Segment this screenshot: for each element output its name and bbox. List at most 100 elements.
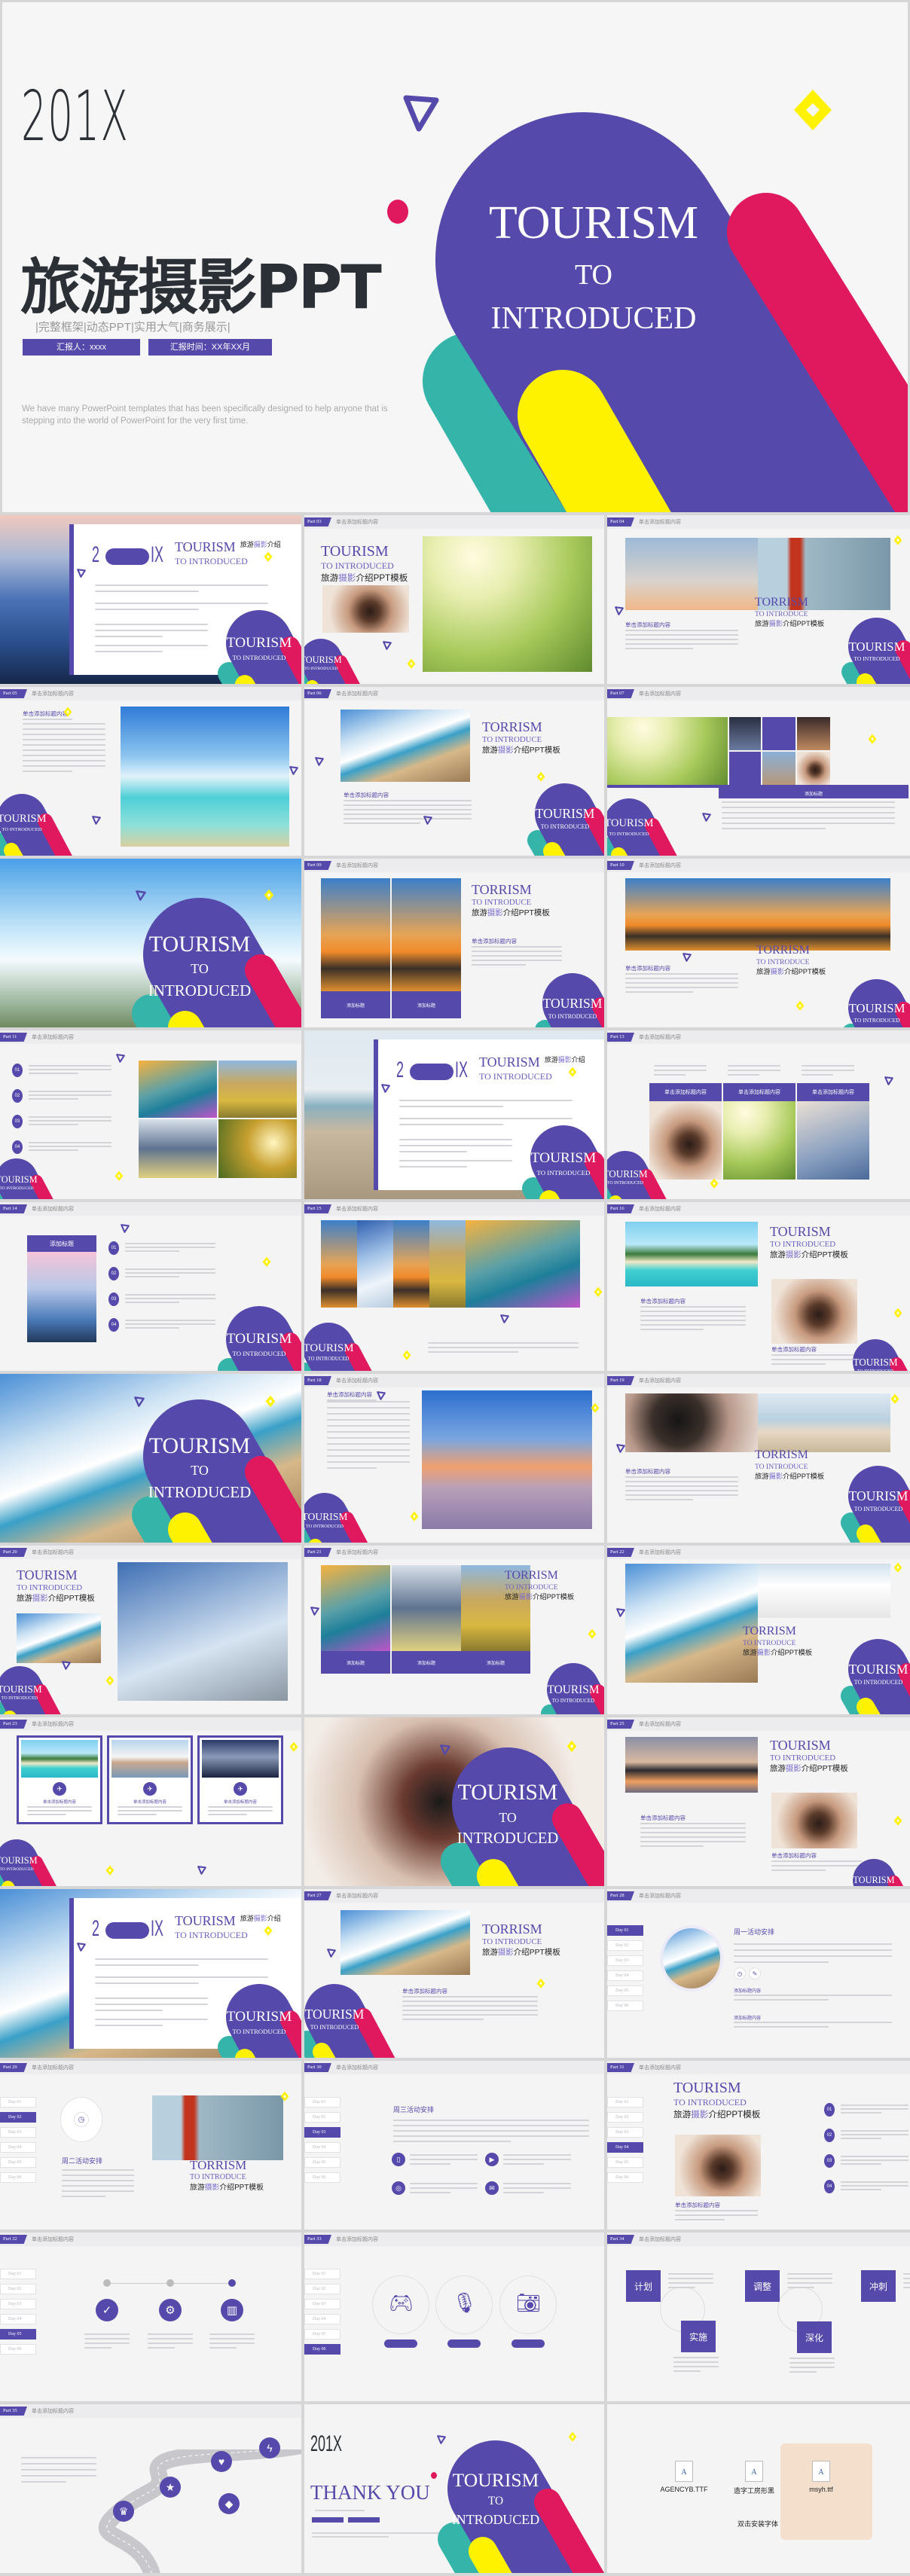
slide-thumbnail[interactable]: 添加标题 添加标题 TORRISM TO INTRODUCE 旅游摄影介绍PPT模板 单击… — [304, 859, 604, 1027]
slide-thumbnail[interactable]: Day 01 Day 02 Day 03 Day 04 Day 05 Day 06 🎮︎ 🎙︎… — [304, 2233, 604, 2401]
text-placeholder-line — [625, 639, 738, 640]
day-tab[interactable]: Day 01 — [607, 2097, 643, 2107]
day-tab[interactable]: Day 04 — [0, 2314, 36, 2324]
slide-thumbnail[interactable]: TOURISMTO INTRODUCED旅游摄影介绍PPT模板TOURISMTO… — [304, 515, 604, 684]
day-tab[interactable]: Day 01 — [0, 2097, 36, 2107]
slide-thumbnail[interactable]: A AGENCYB.TTF A 造字工房形黑 Amsyh.ttf 双击安装字体 — [607, 2404, 910, 2573]
day-tab[interactable]: Day 06 — [304, 2172, 340, 2183]
day-tab[interactable]: Day 04 — [0, 2142, 36, 2153]
slide-thumbnail[interactable]: TOURISM TO INTRODUCED — [304, 1717, 604, 1886]
day-tab[interactable]: Day 05 — [304, 2157, 340, 2168]
day-tab[interactable]: Day 06 — [304, 2344, 340, 2355]
chart-icon: ▥ — [221, 2299, 243, 2321]
subtitle-en: TO INTRODUCE — [755, 1462, 808, 1471]
slide-thumbnail[interactable]: TORRISM TO INTRODUCE 旅游摄影介绍PPT模板 单击添加标题内容 TO… — [607, 1374, 910, 1543]
slide-thumbnail[interactable]: 单击添加标题内容 TOURISM TO INTRODUCED Part 05 单击添加标… — [0, 687, 301, 856]
day-tab[interactable]: Day 01 — [0, 2269, 36, 2279]
slide-thumbnail[interactable]: TOURISM TO INTRODUCED 旅游摄影介绍PPT模板 单击添加标题内容单… — [607, 1202, 910, 1371]
title-cn-pre: 旅游 — [743, 1649, 757, 1657]
day-tab[interactable]: Day 04 — [607, 2142, 643, 2153]
part-tag: Part 16 — [607, 1204, 634, 1213]
slide-thumbnail[interactable]: 添加标题 TOURISM TO INTRODUCED Part 07 单击添加标题内容 — [607, 687, 910, 856]
slide-thumbnail[interactable]: TORRISM TO INTRODUCE 旅游摄影介绍PPT模板 单击添加标题内容 TO… — [304, 687, 604, 856]
tourism-badge: TOURISMTO INTRODUCED — [304, 631, 377, 684]
triangle-icon — [381, 1083, 390, 1093]
day-tab[interactable]: Day 03 — [0, 2127, 36, 2138]
badge-tourism: TOURISM — [848, 1662, 908, 1677]
font-file-icon: A — [675, 2461, 693, 2482]
day-tab[interactable]: Day 06 — [0, 2172, 36, 2183]
text-placeholder-line — [84, 2338, 130, 2339]
slide-thumbnail[interactable]: 单击添加标题内容 TOURISM TO INTRODUCED Part 18 单击添加标… — [304, 1374, 604, 1543]
day-tab[interactable]: Day 04 — [607, 1970, 643, 1981]
number-badge: 02 — [12, 1089, 23, 1103]
day-tab[interactable]: Day 01 — [304, 2269, 340, 2279]
badge-tourism: TOURISM — [226, 2009, 292, 2025]
slide-thumbnail[interactable]: 01020304TOURISMTO INTRODUCEDPart 11单击添加标… — [0, 1030, 301, 1199]
slide-thumbnail[interactable]: 计划 调整 冲刺 实施 深化 Part 34 单击添加标题内容 — [607, 2233, 910, 2401]
day-tab[interactable]: Day 02 — [607, 2112, 643, 2123]
cover-tourism: TOURISM — [148, 932, 251, 957]
slide-thumbnail[interactable]: 2 IX TOURISM 旅游摄影介绍 TO INTRODUCED TOURISM TO I… — [304, 1030, 604, 1199]
tourism-badge: TOURISMTO INTRODUCED — [213, 598, 301, 684]
text-placeholder-line — [402, 2019, 484, 2020]
title-slide[interactable]: 201X TOURISM TO INTRODUCED 旅游摄影PPT |完整框架… — [2, 2, 908, 512]
text-placeholder-line — [625, 982, 738, 984]
slide-thumbnail[interactable]: 添加标题 添加标题 添加标题 TORRISM TO INTRODUCE 旅游摄影介绍PPT… — [304, 1546, 604, 1714]
day-tab[interactable]: Day 01 — [607, 1925, 643, 1936]
photo — [118, 1562, 288, 1701]
day-tab[interactable]: Day 05 — [607, 1985, 643, 1996]
day-tab[interactable]: Day 06 — [0, 2344, 36, 2355]
slide-thumbnail[interactable]: 2 IX TOURISM 旅游摄影介绍 TO INTRODUCED TOURISM TO I… — [0, 1889, 301, 2058]
slide-thumbnail[interactable]: 201X THANK YOU TOURISM TO INTRODUCED — [304, 2404, 604, 2573]
day-tab[interactable]: Day 03 — [0, 2299, 36, 2309]
day-tab[interactable]: Day 03 — [607, 1955, 643, 1966]
day-tab[interactable]: Day 05 — [304, 2329, 340, 2339]
slide-thumbnail[interactable]: TORRISM TO INTRODUCE 旅游摄影介绍PPT模板 TOURISM TO … — [607, 1546, 910, 1714]
day-tab[interactable]: Day 02 — [0, 2112, 36, 2123]
text-placeholder-line — [209, 2333, 255, 2335]
slide-thumbnail[interactable]: TORRISM TO INTRODUCE 旅游摄影介绍PPT模板 单击添加标题内容 TO… — [607, 859, 910, 1027]
slide-thumbnail[interactable]: 单击添加标题内容 单击添加标题内容 单击添加标题内容 TOURISM TO INTROD… — [607, 1030, 910, 1199]
slide-thumbnail[interactable]: 添加标题 01 02 03 04 TOURISM TO INTRODUCED Part 14 单… — [0, 1202, 301, 1371]
slide-thumbnail[interactable]: Day 01 Day 02 Day 03 Day 04 Day 05 Day 06 ◷ 周二活… — [0, 2061, 301, 2230]
slide-thumbnail[interactable]: 2 IX TOURISM 旅游摄影介绍 TO INTRODUCED TOURISM TO I… — [0, 515, 301, 684]
day-tab[interactable]: Day 05 — [0, 2157, 36, 2168]
badge-tourism: TOURISM — [848, 639, 905, 654]
slide-thumbnail[interactable]: TOURISM TO INTRODUCED Part 15 单击添加标题内容 — [304, 1202, 604, 1371]
triangle-icon — [310, 1606, 319, 1616]
bullet-heading: 添加标题内容 — [734, 1989, 762, 1994]
title-cn-highlight: 摄影 — [204, 2184, 220, 2193]
day-tab[interactable]: Day 02 — [304, 2112, 340, 2123]
slide-thumbnail[interactable]: Day 01 Day 02 Day 03 Day 04 Day 05 Day 06 TOUR… — [607, 2061, 910, 2230]
slide-thumbnail[interactable]: ♛ ★ ♥ ◆ ϟ Part 35 单击添加标题内容 — [0, 2404, 301, 2573]
slide-thumbnail[interactable]: TOURISM TO INTRODUCED — [0, 1374, 301, 1543]
text-placeholder-line — [95, 2010, 163, 2011]
slide-thumbnail[interactable]: Day 01 Day 02 Day 03 Day 04 Day 05 Day 06 ✓ ⚙ ▥ P… — [0, 2233, 301, 2401]
process-step: 计划 — [626, 2270, 661, 2302]
day-tab[interactable]: Day 02 — [0, 2284, 36, 2294]
slide-thumbnail[interactable]: Day 01 Day 02 Day 03 Day 04 Day 05 Day 06 周三活动… — [304, 2061, 604, 2230]
day-tab[interactable]: Day 03 — [607, 2127, 643, 2138]
day-tab[interactable]: Day 04 — [304, 2142, 340, 2153]
slide-thumbnail[interactable]: ✈ 单击添加标题内容 ✈ 单击添加标题内容 ✈ 单击添加标题内容 TOURISMTO INT… — [0, 1717, 301, 1886]
day-tab[interactable]: Day 02 — [607, 1940, 643, 1951]
slide-thumbnail[interactable]: TOURISM TO INTRODUCED — [0, 859, 301, 1027]
day-tab[interactable]: Day 06 — [607, 2001, 643, 2011]
day-tab[interactable]: Day 02 — [304, 2284, 340, 2294]
slide-thumbnail[interactable]: TOURISMTO INTRODUCED旅游摄影介绍PPT模板TOURISMTO… — [0, 1546, 301, 1714]
day-tab[interactable]: Day 01 — [304, 2097, 340, 2107]
text-placeholder-line — [903, 2273, 910, 2275]
day-tab[interactable]: Day 04 — [304, 2314, 340, 2324]
day-tab[interactable]: Day 05 — [607, 2157, 643, 2168]
slide-thumbnail[interactable]: 2017TOURISMTO INTRODUCED旅游摄影介绍PPT模板单击添加标… — [607, 1717, 910, 1886]
slide-thumbnail[interactable]: TORRISM TO INTRODUCE 旅游摄影介绍PPT模板 单击添加标题内容 TO… — [304, 1889, 604, 2058]
slide-thumbnail[interactable]: TORRISM TO INTRODUCE 旅游摄影介绍PPT模板 单击添加标题内容 TO… — [607, 515, 910, 684]
day-tab[interactable]: Day 05 — [0, 2329, 36, 2339]
text-placeholder-line — [393, 2120, 589, 2121]
day-tab[interactable]: Day 03 — [304, 2127, 340, 2138]
year-label: 201X — [21, 76, 130, 157]
day-tab[interactable]: Day 03 — [304, 2299, 340, 2309]
slide-thumbnail[interactable]: Day 01 Day 02 Day 03 Day 04 Day 05 Day 06 周一活动… — [607, 1889, 910, 2058]
day-tab[interactable]: Day 06 — [607, 2172, 643, 2183]
